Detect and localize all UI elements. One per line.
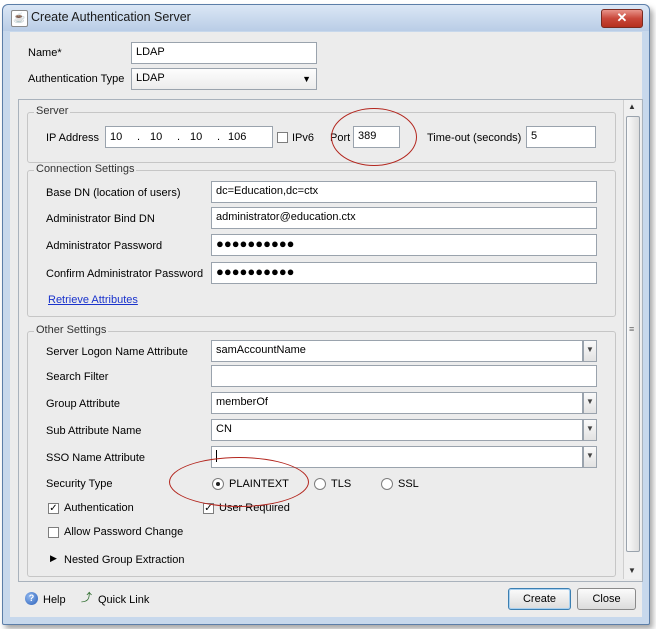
authentication-type-value: LDAP bbox=[136, 72, 165, 84]
ip-dot: . bbox=[137, 131, 141, 143]
ipv6-label: IPv6 bbox=[292, 132, 315, 144]
group-attribute-field[interactable]: memberOf bbox=[211, 392, 583, 414]
expand-triangle-icon[interactable]: ▶ bbox=[50, 553, 57, 564]
ip-octet-1: 10 bbox=[110, 131, 123, 143]
other-settings-title: Other Settings bbox=[34, 324, 109, 336]
sso-attribute-label: SSO Name Attribute bbox=[46, 452, 146, 464]
ip-address-field[interactable]: 10 . 10 . 10 . 106 bbox=[105, 126, 273, 148]
retrieve-attributes-link[interactable]: Retrieve Attributes bbox=[48, 294, 138, 306]
create-button[interactable]: Create bbox=[508, 588, 571, 610]
scroll-up-icon[interactable]: ▲ bbox=[628, 102, 636, 111]
window-title: Create Authentication Server bbox=[31, 10, 191, 24]
close-window-button[interactable]: ✕ bbox=[601, 9, 643, 28]
confirm-password-label: Confirm Administrator Password bbox=[46, 268, 204, 280]
authentication-type-label: Authentication Type bbox=[28, 73, 125, 85]
ip-octet-3: 10 bbox=[190, 131, 203, 143]
settings-scroll-pane: ▲ ≡ ▼ Server IP Address 10 . 10 . 10 . 1… bbox=[18, 99, 643, 582]
ip-dot: . bbox=[177, 131, 181, 143]
admin-password-field[interactable]: ●●●●●●●●●● bbox=[211, 234, 597, 256]
sub-attribute-field[interactable]: CN bbox=[211, 419, 583, 441]
name-label: Name* bbox=[28, 47, 62, 59]
ip-dot: . bbox=[217, 131, 221, 143]
annotation-circle-port bbox=[331, 108, 417, 166]
radio-ssl-label: SSL bbox=[398, 478, 419, 490]
ip-address-label: IP Address bbox=[46, 132, 99, 144]
help-icon[interactable]: ? bbox=[25, 592, 38, 605]
sso-attribute-dropdown-icon[interactable]: ▼ bbox=[583, 446, 597, 468]
scrollbar-thumb[interactable]: ≡ bbox=[626, 116, 640, 552]
java-app-icon: ☕ bbox=[11, 10, 28, 27]
bind-dn-field[interactable]: administrator@education.ctx bbox=[211, 207, 597, 229]
authentication-type-select[interactable]: LDAP ▼ bbox=[131, 68, 317, 90]
base-dn-label: Base DN (location of users) bbox=[46, 187, 181, 199]
admin-password-label: Administrator Password bbox=[46, 240, 163, 252]
help-link[interactable]: Help bbox=[43, 594, 66, 606]
dropdown-arrow-icon: ▼ bbox=[302, 74, 311, 84]
close-button[interactable]: Close bbox=[577, 588, 636, 610]
grip-icon: ≡ bbox=[629, 324, 635, 334]
search-filter-field[interactable] bbox=[211, 365, 597, 387]
base-dn-field[interactable]: dc=Education,dc=ctx bbox=[211, 181, 597, 203]
quick-link-icon[interactable]: ⤴ bbox=[81, 592, 94, 605]
allow-password-change-checkbox[interactable] bbox=[48, 527, 59, 538]
group-attribute-dropdown-icon[interactable]: ▼ bbox=[583, 392, 597, 414]
sub-attribute-dropdown-icon[interactable]: ▼ bbox=[583, 419, 597, 441]
title-bar[interactable]: ☕ Create Authentication Server ✕ bbox=[3, 5, 649, 31]
vertical-scrollbar[interactable]: ▲ ≡ ▼ bbox=[623, 100, 641, 579]
confirm-password-field[interactable]: ●●●●●●●●●● bbox=[211, 262, 597, 284]
timeout-field[interactable]: 5 bbox=[526, 126, 596, 148]
name-field[interactable]: LDAP bbox=[131, 42, 317, 64]
quick-link[interactable]: Quick Link bbox=[98, 594, 149, 606]
group-attribute-label: Group Attribute bbox=[46, 398, 120, 410]
radio-tls[interactable] bbox=[314, 478, 326, 490]
logon-attribute-dropdown-icon[interactable]: ▼ bbox=[583, 340, 597, 362]
authentication-label: Authentication bbox=[64, 502, 134, 514]
ipv6-checkbox[interactable] bbox=[277, 132, 288, 143]
dialog-window: ☕ Create Authentication Server ✕ Name* L… bbox=[2, 4, 650, 625]
allow-password-change-label: Allow Password Change bbox=[64, 526, 184, 538]
search-filter-label: Search Filter bbox=[46, 371, 109, 383]
server-group-title: Server bbox=[34, 105, 71, 117]
authentication-checkbox[interactable]: ✓ bbox=[48, 503, 59, 514]
ip-octet-2: 10 bbox=[150, 131, 163, 143]
connection-settings-title: Connection Settings bbox=[34, 163, 137, 175]
security-type-label: Security Type bbox=[46, 478, 113, 490]
ip-octet-4: 106 bbox=[228, 131, 247, 143]
radio-ssl[interactable] bbox=[381, 478, 393, 490]
scroll-down-icon[interactable]: ▼ bbox=[628, 566, 636, 575]
bind-dn-label: Administrator Bind DN bbox=[46, 213, 155, 225]
dialog-content: Name* LDAP Authentication Type LDAP ▼ ▲ … bbox=[10, 32, 643, 617]
annotation-circle-security bbox=[169, 457, 309, 507]
nested-group-extraction-toggle[interactable]: Nested Group Extraction bbox=[64, 554, 184, 566]
logon-attribute-label: Server Logon Name Attribute bbox=[46, 346, 188, 358]
logon-attribute-field[interactable]: samAccountName bbox=[211, 340, 583, 362]
sub-attribute-label: Sub Attribute Name bbox=[46, 425, 142, 437]
timeout-label: Time-out (seconds) bbox=[427, 132, 522, 144]
radio-tls-label: TLS bbox=[331, 478, 352, 490]
